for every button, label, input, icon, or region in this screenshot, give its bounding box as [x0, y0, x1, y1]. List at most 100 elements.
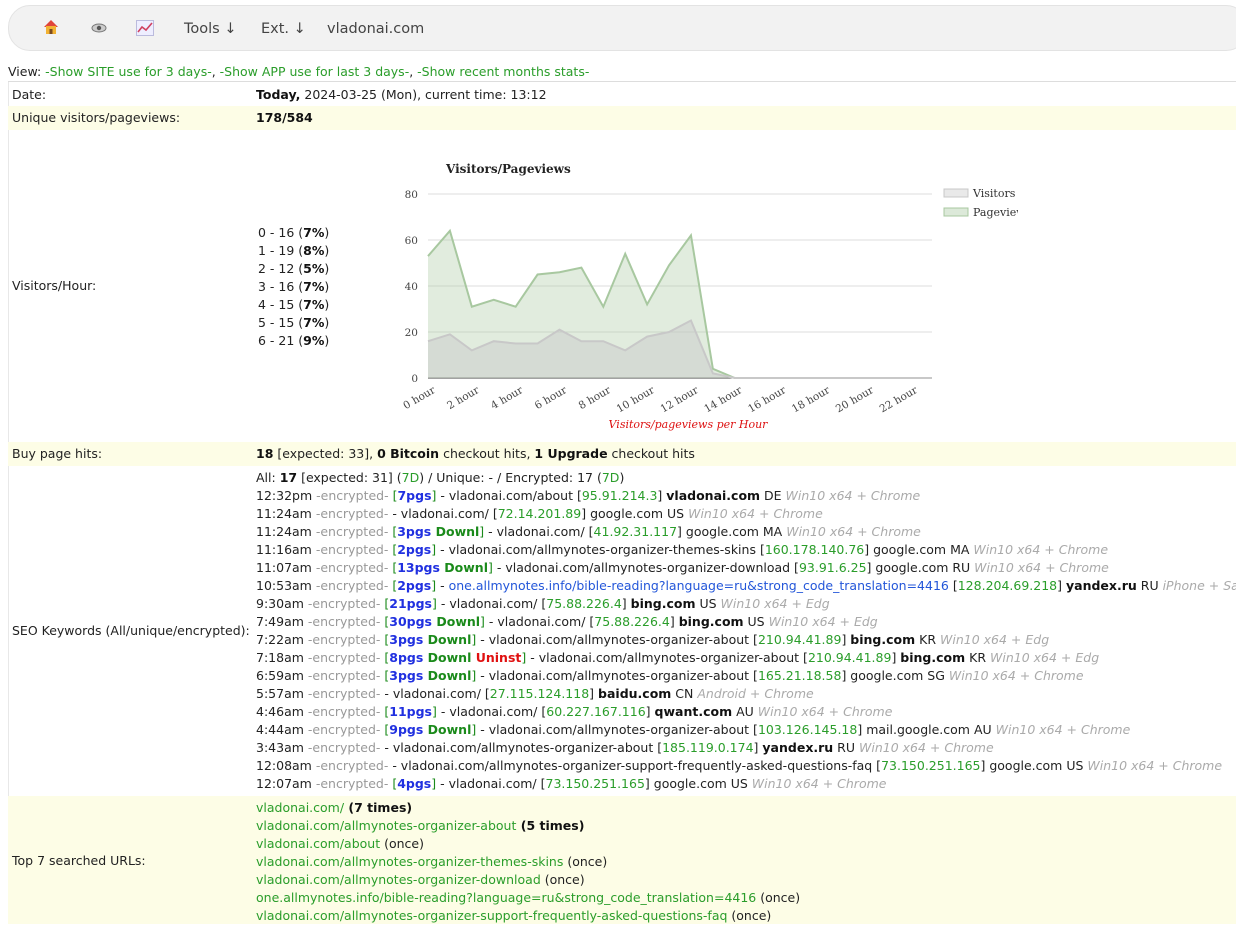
seo-bracket: ]	[657, 488, 667, 503]
seo-ip[interactable]: 103.126.145.18	[758, 722, 857, 737]
seo-engine: google.com	[875, 560, 949, 575]
seo-country: MA	[946, 542, 974, 557]
seo-ip[interactable]: 27.115.124.118	[490, 686, 589, 701]
hour-item: 4 - 15 (7%)	[258, 296, 329, 314]
hour-item: 1 - 19 (8%)	[258, 242, 329, 260]
chart-title: Visitors/Pageviews	[445, 162, 571, 176]
hour-count: 1 - 19 (	[258, 243, 304, 258]
hour-paren: )	[324, 333, 330, 348]
top-url-link[interactable]: one.allmynotes.info/bible-reading?langua…	[256, 890, 756, 905]
seo-engine: google.com	[653, 776, 727, 791]
seo-ip[interactable]: 165.21.18.58	[758, 668, 842, 683]
seo-ip[interactable]: 73.150.251.165	[881, 758, 980, 773]
ext-menu[interactable]: Ext. ↓	[261, 6, 306, 52]
hour-paren: )	[324, 261, 330, 276]
seo-url: -	[436, 578, 449, 593]
seo-pages: 4pgs	[397, 776, 432, 791]
nav-eye[interactable]	[91, 6, 107, 52]
seo-url: - vladonai.com/allmynotes-organizer-abou…	[526, 650, 808, 665]
seo-country: AU	[969, 722, 996, 737]
site-link[interactable]: vladonai.com	[327, 6, 424, 52]
hour-paren: )	[324, 243, 330, 258]
seo-country: CN	[671, 686, 698, 701]
view-sep: ,	[211, 64, 220, 79]
nav-chart[interactable]	[136, 6, 154, 52]
view-sep: ,	[409, 64, 418, 79]
link-site-3days[interactable]: -Show SITE use for 3 days-	[45, 64, 212, 79]
seo-country: MA	[758, 524, 787, 539]
seo-entry: 12:08am -encrypted- - vladonai.com/allmy…	[256, 757, 1222, 775]
x-tick-label: 2 hour	[445, 384, 482, 412]
seo-country: RU	[948, 560, 975, 575]
seo-time: 5:57am	[256, 686, 304, 701]
seo-pages: 7pgs	[397, 488, 432, 503]
date-value: Today, 2024-03-25 (Mon), current time: 1…	[256, 84, 547, 105]
link-recent-months[interactable]: -Show recent months stats-	[417, 64, 589, 79]
x-tick-label: 10 hour	[615, 384, 658, 416]
seo-bracket: ]	[644, 776, 654, 791]
seo-encrypted: -encrypted-	[303, 740, 385, 755]
seo-entry: 7:18am -encrypted- [8pgs Downl Uninst] -…	[256, 649, 1099, 667]
seo-ip[interactable]: 41.92.31.117	[594, 524, 678, 539]
top-url-link[interactable]: vladonai.com/about	[256, 836, 380, 851]
top-url-link[interactable]: vladonai.com/allmynotes-organizer-suppor…	[256, 908, 727, 923]
seo-ip[interactable]: 73.150.251.165	[546, 776, 645, 791]
seo-ip[interactable]: 60.227.167.116	[546, 704, 645, 719]
seo-entry: 9:30am -encrypted- [21pgs] - vladonai.co…	[256, 595, 830, 613]
seo-7d-link[interactable]: 7D	[402, 470, 420, 485]
hour-item: 5 - 15 (7%)	[258, 314, 329, 332]
seo-url: - vladonai.com/ [	[436, 776, 546, 791]
buy-text: [expected: 33],	[273, 446, 378, 461]
seo-ip[interactable]: 72.14.201.89	[498, 506, 582, 521]
unique-label: Unique visitors/pageviews:	[12, 110, 181, 125]
link-app-3days[interactable]: -Show APP use for last 3 days-	[220, 64, 410, 79]
seo-entry: 11:07am -encrypted- [13pgs Downl] - vlad…	[256, 559, 1109, 577]
seo-7d-link[interactable]: 7D	[602, 470, 620, 485]
nav-home[interactable]	[42, 6, 60, 52]
top-url-link[interactable]: vladonai.com/allmynotes-organizer-themes…	[256, 854, 563, 869]
seo-download: Downl	[423, 650, 472, 665]
seo-engine: google.com	[590, 506, 664, 521]
seo-download: Downl	[423, 632, 472, 647]
seo-time: 7:22am	[256, 632, 304, 647]
seo-ip[interactable]: 160.178.140.76	[765, 542, 864, 557]
seo-ip[interactable]: 210.94.41.89	[808, 650, 892, 665]
seo-time: 12:07am	[256, 776, 312, 791]
seo-engine: google.com	[873, 542, 947, 557]
seo-ip[interactable]: 210.94.41.89	[758, 632, 842, 647]
seo-useragent: Win10 x64 + Chrome	[974, 560, 1109, 575]
seo-ip[interactable]: 75.88.226.4	[546, 596, 622, 611]
seo-pages: 13pgs	[397, 560, 440, 575]
seo-entry: 4:46am -encrypted- [11pgs] - vladonai.co…	[256, 703, 892, 721]
seo-url: - vladonai.com/allmynotes-organizer-abou…	[476, 632, 758, 647]
top-url-link[interactable]: vladonai.com/allmynotes-organizer-about	[256, 818, 516, 833]
view-label: View:	[8, 64, 46, 79]
top-url-item: vladonai.com/about (once)	[256, 835, 424, 853]
seo-bracket: ]	[891, 650, 901, 665]
seo-ip[interactable]: 95.91.214.3	[582, 488, 658, 503]
seo-bracket: ]	[677, 524, 686, 539]
seo-entry: 12:32pm -encrypted- [7pgs] - vladonai.co…	[256, 487, 920, 505]
x-tick-label: 14 hour	[702, 384, 745, 416]
tools-menu[interactable]: Tools ↓	[184, 6, 236, 52]
seo-encrypted: -encrypted-	[311, 542, 393, 557]
seo-bracket: ]	[645, 704, 655, 719]
seo-entry: 3:43am -encrypted- - vladonai.com/allmyn…	[256, 739, 994, 757]
visitors-hour-label: Visitors/Hour:	[12, 278, 97, 293]
seo-entry: 6:59am -encrypted- [3pgs Downl] - vladon…	[256, 667, 1084, 685]
top-url-link[interactable]: vladonai.com/allmynotes-organizer-downlo…	[256, 872, 541, 887]
top-url-item: vladonai.com/ (7 times)	[256, 799, 412, 817]
top-url-link[interactable]: vladonai.com/	[256, 800, 344, 815]
seo-ip[interactable]: 75.88.226.4	[594, 614, 670, 629]
seo-ip[interactable]: 185.119.0.174	[662, 740, 753, 755]
seo-country: US	[743, 614, 769, 629]
seo-encrypted: -encrypted-	[303, 722, 385, 737]
seo-url-link[interactable]: one.allmynotes.info/bible-reading?langua…	[449, 578, 949, 593]
hour-paren: )	[324, 297, 330, 312]
top-url-count: (5 times)	[516, 818, 585, 833]
seo-ip[interactable]: 93.91.6.25	[799, 560, 867, 575]
seo-encrypted: -encrypted-	[311, 524, 393, 539]
hour-item: 2 - 12 (5%)	[258, 260, 329, 278]
seo-ip[interactable]: 128.204.69.218	[958, 578, 1057, 593]
date-row: Date: Today, 2024-03-25 (Mon), current t…	[8, 84, 1236, 105]
